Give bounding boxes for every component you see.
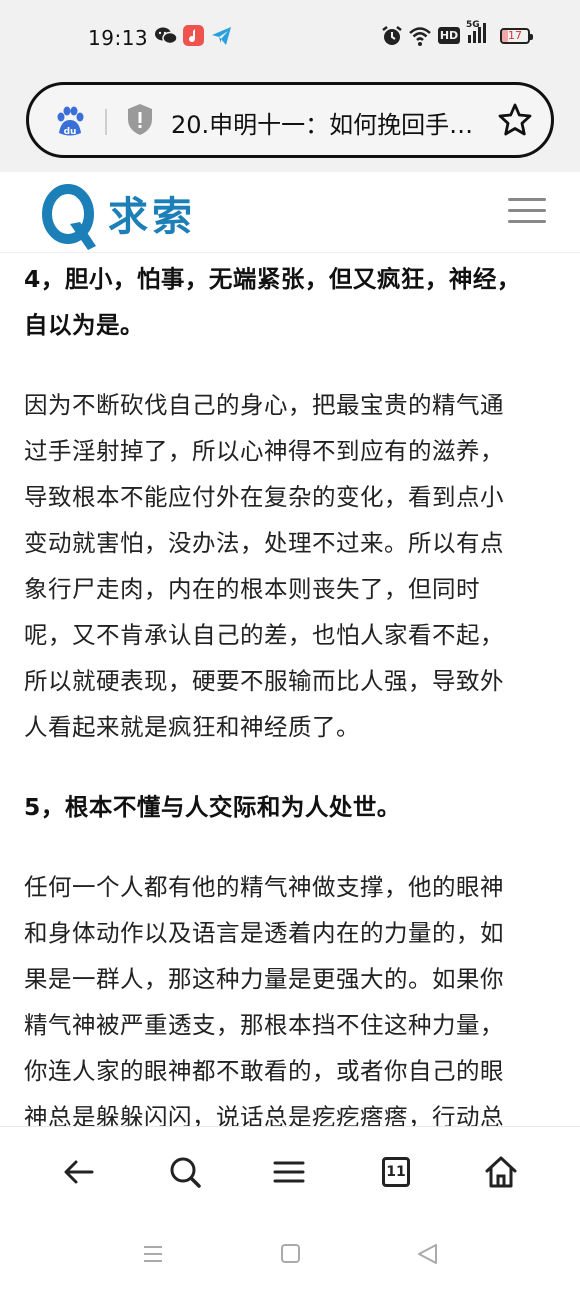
wifi-icon xyxy=(409,27,431,46)
site-header: Q 求索 xyxy=(0,172,580,253)
page-title[interactable]: 20.申明十一：如何挽回手… xyxy=(171,105,491,140)
paragraph-1-line: 呢，又不肯承认自己的差，也怕人家看不起， xyxy=(24,621,504,649)
battery-icon: 17 xyxy=(500,28,533,44)
music-app-icon xyxy=(183,25,204,46)
hd-icon: HD xyxy=(438,27,460,44)
menu-icon[interactable] xyxy=(272,1155,306,1189)
status-time: 19:13 xyxy=(88,26,149,50)
telegram-icon xyxy=(212,27,231,45)
recent-apps-icon[interactable] xyxy=(142,1244,164,1264)
paragraph-1-line: 所以就硬表现，硬要不服输而比人强，导致外 xyxy=(24,667,504,695)
address-separator xyxy=(105,109,107,135)
heading-4-line-2: 自以为是。 xyxy=(24,311,144,339)
address-bar-container: du 20.申明十一：如何挽回手… xyxy=(0,74,580,172)
status-bar: 19:13 HD 5G 17 xyxy=(0,0,580,74)
paragraph-2-line: 你连人家的眼神都不敢看的，或者你自己的眼 xyxy=(24,1057,504,1085)
tabs-icon[interactable]: 11 xyxy=(382,1157,410,1187)
paragraph-2-line: 和身体动作以及语言是透着内在的力量的，如 xyxy=(24,919,504,947)
hamburger-menu-icon[interactable] xyxy=(508,198,546,226)
alarm-icon xyxy=(382,26,402,45)
logo-text[interactable]: 求索 xyxy=(108,184,196,242)
paragraph-1-line: 变动就害怕，没办法，处理不过来。所以有点 xyxy=(24,529,504,557)
paragraph-1-line: 因为不断砍伐自己的身心，把最宝贵的精气通 xyxy=(24,391,504,419)
search-icon[interactable] xyxy=(168,1155,202,1189)
heading-4-line-1: 4，胆小，怕事，无端紧张，但又疯狂，神经， xyxy=(24,265,521,293)
baidu-paw-icon[interactable]: du xyxy=(53,105,87,139)
paragraph-1-line: 人看起来就是疯狂和神经质了。 xyxy=(24,713,360,741)
paragraph-2-line: 神总是躲躲闪闪，说话总是疙疙瘩瘩，行动总 xyxy=(24,1103,504,1126)
home-icon[interactable] xyxy=(484,1155,518,1189)
wechat-icon xyxy=(155,27,178,45)
star-icon[interactable] xyxy=(497,102,533,138)
shield-icon[interactable] xyxy=(125,102,155,138)
hd-label: HD xyxy=(439,29,459,42)
browser-toolbar: 11 xyxy=(0,1126,580,1217)
paragraph-1-line: 象行尸走肉，内在的根本则丧失了，但同时 xyxy=(24,575,480,603)
paragraph-1-line: 过手淫射掉了，所以心神得不到应有的滋养， xyxy=(24,437,504,465)
heading-5: 5，根本不懂与人交际和为人处世。 xyxy=(24,793,401,821)
paragraph-2-line: 果是一群人，那这种力量是更强大的。如果你 xyxy=(24,965,504,993)
back-arrow-icon[interactable] xyxy=(62,1155,96,1189)
paragraph-2-line: 任何一个人都有他的精气神做支撑，他的眼神 xyxy=(24,873,504,901)
paragraph-1-line: 导致根本不能应付外在复杂的变化，看到点小 xyxy=(24,483,504,511)
site-logo[interactable]: Q xyxy=(40,184,100,254)
system-navigation-bar xyxy=(0,1216,580,1289)
article-content: 4，胆小，怕事，无端紧张，但又疯狂，神经， 自以为是。 因为不断砍伐自己的身心，… xyxy=(24,256,560,1126)
address-bar[interactable]: du 20.申明十一：如何挽回手… xyxy=(26,82,554,158)
back-triangle-icon[interactable] xyxy=(416,1243,440,1265)
tab-count: 11 xyxy=(386,1164,406,1180)
battery-level: 17 xyxy=(508,29,522,42)
home-square-icon[interactable] xyxy=(280,1243,302,1265)
svg-text:du: du xyxy=(64,127,77,137)
paragraph-2-line: 精气神被严重透支，那根本挡不住这种力量， xyxy=(24,1011,504,1039)
